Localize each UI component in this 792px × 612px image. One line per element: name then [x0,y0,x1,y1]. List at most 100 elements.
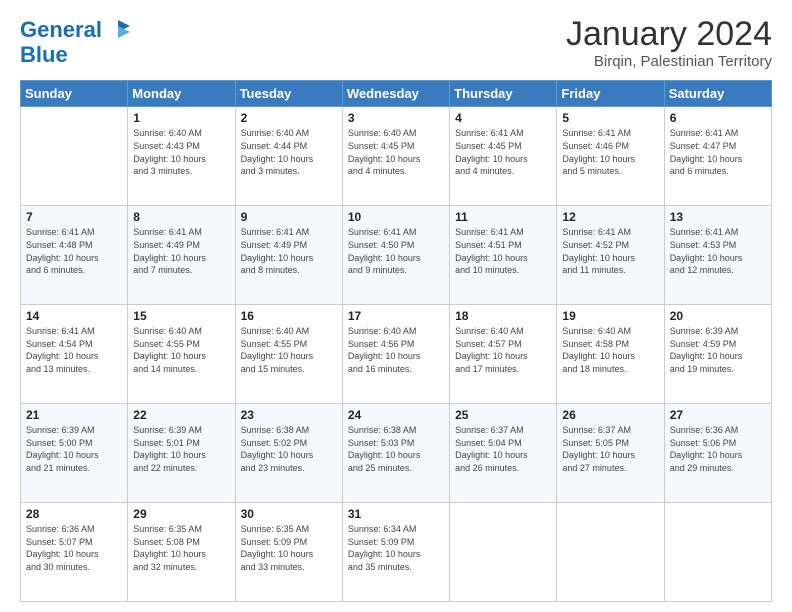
title-block: January 2024 Birqin, Palestinian Territo… [566,16,772,70]
day-info: Sunrise: 6:41 AM Sunset: 4:53 PM Dayligh… [670,226,766,276]
calendar-cell: 27Sunrise: 6:36 AM Sunset: 5:06 PM Dayli… [664,404,771,503]
calendar-cell: 28Sunrise: 6:36 AM Sunset: 5:07 PM Dayli… [21,503,128,602]
day-number: 10 [348,210,444,224]
day-info: Sunrise: 6:35 AM Sunset: 5:09 PM Dayligh… [241,523,337,573]
logo-line2: Blue [20,44,132,66]
day-info: Sunrise: 6:40 AM Sunset: 4:56 PM Dayligh… [348,325,444,375]
calendar-cell: 8 Sunrise: 6:41 AM Sunset: 4:49 PM Daylig… [128,206,235,305]
calendar-cell: 25Sunrise: 6:37 AM Sunset: 5:04 PM Dayli… [450,404,557,503]
day-number: 20 [670,309,766,323]
day-number: 14 [26,309,122,323]
calendar-cell [21,107,128,206]
day-number: 29 [133,507,229,521]
day-info: Sunrise: 6:39 AM Sunset: 4:59 PM Dayligh… [670,325,766,375]
day-number: 15 [133,309,229,323]
day-info: Sunrise: 6:41 AM Sunset: 4:49 PM Dayligh… [133,226,229,276]
calendar-cell: 10 Sunrise: 6:41 AM Sunset: 4:50 PM Dayli… [342,206,449,305]
calendar-cell: 16 Sunrise: 6:40 AM Sunset: 4:55 PM Dayli… [235,305,342,404]
calendar-cell: 12Sunrise: 6:41 AM Sunset: 4:52 PM Dayli… [557,206,664,305]
weekday-header-row: SundayMondayTuesdayWednesdayThursdayFrid… [21,81,772,107]
day-number: 17 [348,309,444,323]
day-info: Sunrise: 6:41 AM Sunset: 4:49 PM Dayligh… [241,226,337,276]
calendar-cell: 24 Sunrise: 6:38 AM Sunset: 5:03 PM Dayli… [342,404,449,503]
day-number: 2 [241,111,337,125]
day-number: 31 [348,507,444,521]
logo-text: General [20,18,102,42]
weekday-header-thursday: Thursday [450,81,557,107]
calendar-cell: 23Sunrise: 6:38 AM Sunset: 5:02 PM Dayli… [235,404,342,503]
calendar-cell: 9 Sunrise: 6:41 AM Sunset: 4:49 PM Daylig… [235,206,342,305]
logo: General Blue [20,16,132,66]
day-info: Sunrise: 6:36 AM Sunset: 5:06 PM Dayligh… [670,424,766,474]
calendar-week-row: 7 Sunrise: 6:41 AM Sunset: 4:48 PM Daylig… [21,206,772,305]
calendar-cell: 19 Sunrise: 6:40 AM Sunset: 4:58 PM Dayli… [557,305,664,404]
day-number: 21 [26,408,122,422]
day-number: 8 [133,210,229,224]
calendar-cell: 29Sunrise: 6:35 AM Sunset: 5:08 PM Dayli… [128,503,235,602]
day-info: Sunrise: 6:39 AM Sunset: 5:01 PM Dayligh… [133,424,229,474]
day-number: 5 [562,111,658,125]
day-number: 30 [241,507,337,521]
day-info: Sunrise: 6:41 AM Sunset: 4:54 PM Dayligh… [26,325,122,375]
day-info: Sunrise: 6:41 AM Sunset: 4:45 PM Dayligh… [455,127,551,177]
calendar-cell: 14 Sunrise: 6:41 AM Sunset: 4:54 PM Dayli… [21,305,128,404]
day-info: Sunrise: 6:40 AM Sunset: 4:55 PM Dayligh… [133,325,229,375]
calendar-cell: 3Sunrise: 6:40 AM Sunset: 4:45 PM Daylig… [342,107,449,206]
weekday-header-saturday: Saturday [664,81,771,107]
day-number: 19 [562,309,658,323]
day-number: 23 [241,408,337,422]
day-info: Sunrise: 6:40 AM Sunset: 4:58 PM Dayligh… [562,325,658,375]
day-number: 18 [455,309,551,323]
calendar-cell [557,503,664,602]
day-info: Sunrise: 6:40 AM Sunset: 4:55 PM Dayligh… [241,325,337,375]
day-number: 4 [455,111,551,125]
weekday-header-friday: Friday [557,81,664,107]
weekday-header-sunday: Sunday [21,81,128,107]
calendar-cell: 15 Sunrise: 6:40 AM Sunset: 4:55 PM Dayli… [128,305,235,404]
calendar-cell: 7 Sunrise: 6:41 AM Sunset: 4:48 PM Daylig… [21,206,128,305]
day-number: 13 [670,210,766,224]
day-info: Sunrise: 6:40 AM Sunset: 4:57 PM Dayligh… [455,325,551,375]
weekday-header-tuesday: Tuesday [235,81,342,107]
calendar-table: SundayMondayTuesdayWednesdayThursdayFrid… [20,80,772,602]
day-info: Sunrise: 6:38 AM Sunset: 5:03 PM Dayligh… [348,424,444,474]
day-number: 22 [133,408,229,422]
day-number: 12 [562,210,658,224]
day-number: 6 [670,111,766,125]
calendar-cell: 11Sunrise: 6:41 AM Sunset: 4:51 PM Dayli… [450,206,557,305]
weekday-header-wednesday: Wednesday [342,81,449,107]
logo-icon [104,16,132,44]
month-title: January 2024 [566,16,772,53]
calendar-cell: 6Sunrise: 6:41 AM Sunset: 4:47 PM Daylig… [664,107,771,206]
day-number: 16 [241,309,337,323]
calendar-week-row: 14 Sunrise: 6:41 AM Sunset: 4:54 PM Dayli… [21,305,772,404]
calendar-cell: 20 Sunrise: 6:39 AM Sunset: 4:59 PM Dayli… [664,305,771,404]
calendar-cell: 30 Sunrise: 6:35 AM Sunset: 5:09 PM Dayli… [235,503,342,602]
day-info: Sunrise: 6:41 AM Sunset: 4:50 PM Dayligh… [348,226,444,276]
day-info: Sunrise: 6:40 AM Sunset: 4:45 PM Dayligh… [348,127,444,177]
day-number: 9 [241,210,337,224]
day-info: Sunrise: 6:41 AM Sunset: 4:46 PM Dayligh… [562,127,658,177]
calendar-cell: 31 Sunrise: 6:34 AM Sunset: 5:09 PM Dayli… [342,503,449,602]
calendar-cell: 5 Sunrise: 6:41 AM Sunset: 4:46 PM Daylig… [557,107,664,206]
calendar-cell: 26Sunrise: 6:37 AM Sunset: 5:05 PM Dayli… [557,404,664,503]
calendar-cell: 18 Sunrise: 6:40 AM Sunset: 4:57 PM Dayli… [450,305,557,404]
header: General Blue January 2024 Birqin, Palest… [20,16,772,70]
day-info: Sunrise: 6:37 AM Sunset: 5:05 PM Dayligh… [562,424,658,474]
day-info: Sunrise: 6:40 AM Sunset: 4:44 PM Dayligh… [241,127,337,177]
day-info: Sunrise: 6:41 AM Sunset: 4:51 PM Dayligh… [455,226,551,276]
calendar-week-row: 1Sunrise: 6:40 AM Sunset: 4:43 PM Daylig… [21,107,772,206]
page: General Blue January 2024 Birqin, Palest… [0,0,792,612]
calendar-cell: 21Sunrise: 6:39 AM Sunset: 5:00 PM Dayli… [21,404,128,503]
calendar-cell: 1Sunrise: 6:40 AM Sunset: 4:43 PM Daylig… [128,107,235,206]
day-number: 24 [348,408,444,422]
day-info: Sunrise: 6:40 AM Sunset: 4:43 PM Dayligh… [133,127,229,177]
location-title: Birqin, Palestinian Territory [566,53,772,70]
calendar-cell [450,503,557,602]
day-number: 7 [26,210,122,224]
day-info: Sunrise: 6:34 AM Sunset: 5:09 PM Dayligh… [348,523,444,573]
day-info: Sunrise: 6:37 AM Sunset: 5:04 PM Dayligh… [455,424,551,474]
day-info: Sunrise: 6:41 AM Sunset: 4:48 PM Dayligh… [26,226,122,276]
calendar-cell: 13 Sunrise: 6:41 AM Sunset: 4:53 PM Dayli… [664,206,771,305]
weekday-header-monday: Monday [128,81,235,107]
